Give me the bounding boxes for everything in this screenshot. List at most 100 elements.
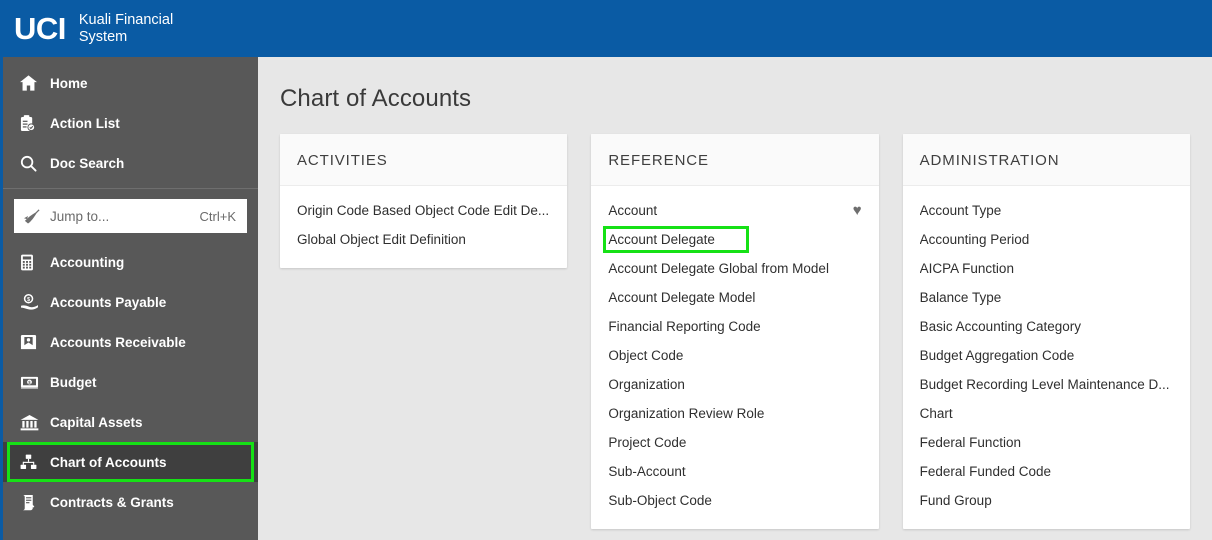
link-label: Object Code (608, 348, 684, 363)
link-label: Project Code (608, 435, 687, 450)
money-icon: $ (20, 376, 50, 389)
link-label: Federal Function (919, 435, 1021, 450)
link-label: Organization (608, 377, 685, 392)
list-item[interactable]: Budget Aggregation Code (903, 341, 1190, 370)
list-item[interactable]: Sub-Object Code (591, 486, 878, 515)
sidebar-item-label: Accounts Receivable (50, 334, 186, 350)
jump-to-input[interactable]: Jump to... Ctrl+K (14, 199, 247, 233)
link-label: Account Delegate Model (608, 290, 756, 305)
jump-to-shortcut: Ctrl+K (199, 208, 236, 224)
link-label: Account Type (919, 203, 1002, 218)
favorite-heart-icon[interactable]: ♥ (853, 203, 862, 218)
sidebar-item-label: Accounting (50, 254, 125, 270)
link-label: Fund Group (919, 493, 992, 508)
svg-text:$: $ (27, 297, 30, 303)
uci-logo-text: UCI (14, 11, 66, 46)
link-label: Global Object Edit Definition (297, 232, 466, 247)
list-item[interactable]: Project Code (591, 428, 878, 457)
sidebar-item-label: Action List (50, 115, 120, 131)
jump-to-icon (23, 208, 50, 224)
card-title: ADMINISTRATION (902, 134, 1190, 186)
home-icon (20, 75, 50, 91)
page-title: Chart of Accounts (280, 85, 472, 112)
brand-logo[interactable]: UCI Kuali Financial System (14, 12, 173, 46)
list-item[interactable]: Organization (591, 370, 878, 399)
card-links: Origin Code Based Object Code Edit De...… (280, 186, 567, 268)
product-name: Kuali Financial System (78, 11, 174, 45)
body-region: Home Action List Doc Search Jump to... C… (0, 57, 1212, 540)
link-label: Basic Accounting Category (919, 319, 1081, 334)
card-reference: REFERENCE Account ♥ Account Delegate Acc… (591, 134, 879, 529)
link-label: Budget Recording Level Maintenance D... (919, 377, 1170, 392)
link-label: Accounting Period (919, 232, 1030, 247)
application-window: UCI Kuali Financial System Home Action L… (0, 0, 1212, 540)
list-item[interactable]: Account Delegate Model (591, 283, 878, 312)
jump-to-container: Jump to... Ctrl+K (3, 189, 258, 242)
list-item[interactable]: Account ♥ (591, 196, 878, 225)
sidebar-item-label: Capital Assets (50, 414, 143, 430)
list-item[interactable]: Sub-Account (591, 457, 878, 486)
link-label: Balance Type (919, 290, 1002, 305)
link-label: Account Delegate Global from Model (608, 261, 829, 276)
list-item[interactable]: Balance Type (903, 283, 1190, 312)
scroll-icon (20, 494, 50, 511)
list-item[interactable]: Origin Code Based Object Code Edit De... (280, 196, 567, 225)
link-label: Organization Review Role (608, 406, 765, 421)
sidebar-item-budget[interactable]: $ Budget (3, 362, 258, 402)
list-item[interactable]: Budget Recording Level Maintenance D... (903, 370, 1190, 399)
card-activities: ACTIVITIES Origin Code Based Object Code… (280, 134, 568, 268)
sidebar-item-doc-search[interactable]: Doc Search (3, 143, 258, 183)
card-administration: ADMINISTRATION Account Type Accounting P… (902, 134, 1190, 529)
card-links: Account ♥ Account Delegate Account Deleg… (591, 186, 878, 529)
sidebar-item-accounting[interactable]: Accounting (3, 242, 258, 282)
link-label: Origin Code Based Object Code Edit De... (297, 203, 550, 218)
list-item[interactable]: Federal Function (903, 428, 1190, 457)
bank-icon (20, 414, 50, 431)
list-item[interactable]: Account Delegate Global from Model (591, 254, 878, 283)
list-item[interactable]: Organization Review Role (591, 399, 878, 428)
sidebar-item-label: Chart of Accounts (50, 454, 167, 470)
list-item[interactable]: Account Type (903, 196, 1190, 225)
hand-coin-icon: $ (20, 293, 50, 311)
list-item[interactable]: Chart (903, 399, 1190, 428)
list-item[interactable]: AICPA Function (903, 254, 1190, 283)
list-item[interactable]: Object Code (591, 341, 878, 370)
card-links: Account Type Accounting Period AICPA Fun… (903, 186, 1190, 529)
list-item[interactable]: Global Object Edit Definition (280, 225, 567, 254)
link-label: Account Delegate (608, 232, 715, 247)
top-header-bar: UCI Kuali Financial System (0, 0, 1212, 57)
card-title: ACTIVITIES (280, 134, 568, 186)
link-label: Federal Funded Code (919, 464, 1051, 479)
list-item[interactable]: Accounting Period (903, 225, 1190, 254)
list-item[interactable]: Basic Accounting Category (903, 312, 1190, 341)
list-item-account-delegate[interactable]: Account Delegate (591, 225, 878, 254)
sidebar-item-accounts-payable[interactable]: $ Accounts Payable (3, 282, 258, 322)
search-icon (20, 155, 50, 172)
list-item[interactable]: Financial Reporting Code (591, 312, 878, 341)
link-label: Financial Reporting Code (608, 319, 761, 334)
sidebar-item-contracts-and-grants[interactable]: Contracts & Grants (3, 482, 258, 522)
jump-to-placeholder: Jump to... (50, 208, 110, 224)
cards-row: ACTIVITIES Origin Code Based Object Code… (280, 134, 1190, 529)
sidebar-item-accounts-receivable[interactable]: Accounts Receivable (3, 322, 258, 362)
card-title: REFERENCE (591, 134, 879, 186)
sidebar-item-action-list[interactable]: Action List (3, 103, 258, 143)
list-item[interactable]: Federal Funded Code (903, 457, 1190, 486)
sidebar-item-label: Accounts Payable (50, 294, 167, 310)
sidebar-item-label: Doc Search (50, 155, 125, 171)
list-item[interactable]: Fund Group (903, 486, 1190, 515)
sidebar-item-label: Budget (50, 374, 97, 390)
link-label: Account (608, 203, 658, 218)
sidebar-item-home[interactable]: Home (3, 63, 258, 103)
sidebar-item-capital-assets[interactable]: Capital Assets (3, 402, 258, 442)
sidebar-item-label: Contracts & Grants (50, 494, 174, 510)
sidebar-item-chart-of-accounts[interactable]: Chart of Accounts (3, 442, 258, 482)
link-label: Sub-Object Code (608, 493, 712, 508)
link-label: Chart (919, 406, 953, 421)
calculator-icon (20, 254, 50, 271)
link-label: AICPA Function (919, 261, 1014, 276)
main-content: Chart of Accounts ACTIVITIES Origin Code… (258, 57, 1212, 540)
sidebar-top-group: Home Action List Doc Search (3, 57, 258, 183)
link-label: Sub-Account (608, 464, 686, 479)
org-chart-icon (20, 454, 50, 470)
